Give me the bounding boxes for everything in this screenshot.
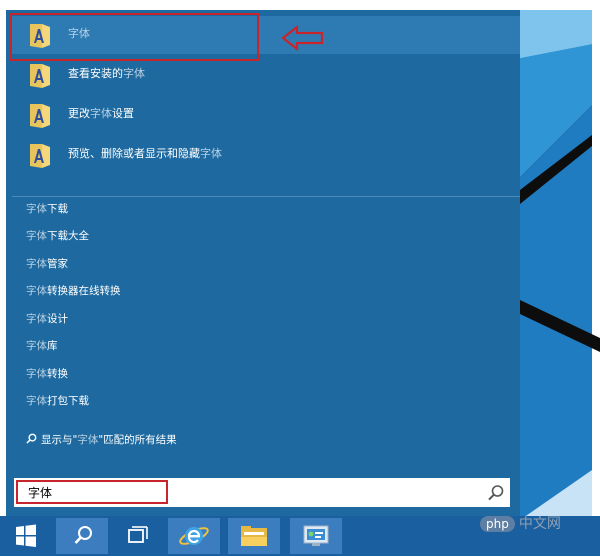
desktop: 字体 查看安装的字体 更改字体设置 预览、删除或者显示和隐藏字体 字体下载 字体… <box>0 0 600 556</box>
font-folder-icon <box>30 104 50 128</box>
control-panel-icon <box>303 525 329 546</box>
web-suggestion[interactable]: 字体设计 <box>26 312 68 326</box>
search-icon <box>74 526 92 544</box>
web-suggestion[interactable]: 字体管家 <box>26 257 68 271</box>
annotation-highlight-box <box>10 13 259 61</box>
left-arrow-annotation <box>281 24 324 52</box>
web-suggestion[interactable]: 字体库 <box>26 339 58 353</box>
file-explorer-icon <box>241 526 267 546</box>
taskbar-search-button[interactable] <box>56 518 108 554</box>
task-view-icon <box>128 526 148 543</box>
internet-explorer-button[interactable] <box>168 518 220 554</box>
windows-logo-icon <box>16 524 36 547</box>
web-suggestion[interactable]: 字体下载大全 <box>26 229 89 243</box>
web-suggestion[interactable]: 字体转换 <box>26 367 68 381</box>
font-folder-icon <box>30 64 50 88</box>
web-suggestion[interactable]: 字体下载 <box>26 202 68 216</box>
task-view-button[interactable] <box>112 518 164 554</box>
result-change-font-settings[interactable]: 更改字体设置 <box>12 96 520 134</box>
search-box <box>14 478 510 507</box>
file-explorer-button[interactable] <box>228 518 280 554</box>
internet-explorer-icon <box>179 527 209 545</box>
search-icon <box>26 433 37 444</box>
control-panel-button[interactable] <box>290 518 342 554</box>
result-label: 更改字体设置 <box>68 107 134 120</box>
web-suggestion[interactable]: 字体转换器在线转换 <box>26 284 121 298</box>
result-preview-delete-fonts[interactable]: 预览、删除或者显示和隐藏字体 <box>12 136 520 174</box>
search-icon[interactable] <box>486 483 506 503</box>
font-folder-icon <box>30 144 50 168</box>
web-suggestion[interactable]: 字体打包下载 <box>26 394 89 408</box>
start-button[interactable] <box>4 518 48 554</box>
watermark: php 中文网 <box>480 516 561 532</box>
watermark-logo: php <box>480 516 515 532</box>
result-label: 查看安装的字体 <box>68 67 145 80</box>
section-divider <box>12 196 520 197</box>
show-all-results-link[interactable]: 显示与"字体"匹配的所有结果 <box>26 433 177 447</box>
result-view-installed-fonts[interactable]: 查看安装的字体 <box>12 56 520 94</box>
start-search-panel: 字体 查看安装的字体 更改字体设置 预览、删除或者显示和隐藏字体 字体下载 字体… <box>6 10 520 516</box>
result-label: 预览、删除或者显示和隐藏字体 <box>68 147 222 160</box>
search-input[interactable] <box>14 478 474 507</box>
